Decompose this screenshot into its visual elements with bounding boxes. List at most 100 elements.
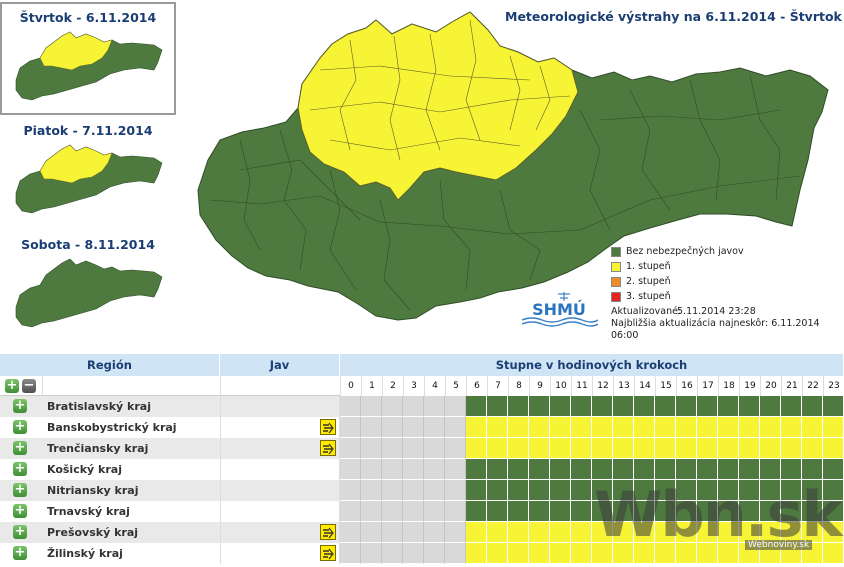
thumbnail-map-friday xyxy=(15,144,163,214)
thumbnail-map-thursday xyxy=(15,31,163,101)
wind-warning-icon[interactable] xyxy=(320,440,336,456)
expand-all-icon[interactable]: + xyxy=(5,379,19,393)
legend-item-level1: 1. stupeň xyxy=(611,259,744,274)
hour-cell xyxy=(340,480,361,501)
hour-header: 4 xyxy=(424,376,445,396)
hour-cell xyxy=(781,396,802,417)
update-info: Aktualizované:5.11.2014 23:28 Najbližšia… xyxy=(611,306,844,342)
hour-cell xyxy=(487,501,508,522)
hour-header: 23 xyxy=(823,376,844,396)
shmu-logo: SHMÚ xyxy=(520,292,598,327)
hour-cell xyxy=(382,396,403,417)
hour-cell xyxy=(382,438,403,459)
hour-cell xyxy=(529,543,550,564)
table-row: + Banskobystrický kraj xyxy=(0,417,844,438)
expand-row-icon[interactable]: + xyxy=(13,504,27,518)
hour-cell xyxy=(760,396,781,417)
hour-header: 9 xyxy=(529,376,550,396)
hour-cell xyxy=(592,396,613,417)
hour-cell xyxy=(424,417,445,438)
hour-cell xyxy=(361,543,382,564)
hour-cell xyxy=(550,543,571,564)
hour-cell xyxy=(466,459,487,480)
day-tab-thursday[interactable]: Štvrtok - 6.11.2014 xyxy=(0,2,176,115)
legend-item-level3: 3. stupeň xyxy=(611,289,744,304)
hour-cell xyxy=(403,480,424,501)
hour-header: 7 xyxy=(487,376,508,396)
hour-cell xyxy=(340,522,361,543)
expand-row-icon[interactable]: + xyxy=(13,525,27,539)
hour-cell xyxy=(571,480,592,501)
hour-cell xyxy=(361,396,382,417)
expand-row-icon[interactable]: + xyxy=(13,399,27,413)
legend-label: 1. stupeň xyxy=(626,261,671,272)
hour-cell xyxy=(508,417,529,438)
hour-cell xyxy=(508,480,529,501)
hour-cell xyxy=(424,543,445,564)
hour-header: 14 xyxy=(634,376,655,396)
jav-cell xyxy=(220,417,340,438)
hour-cell xyxy=(382,417,403,438)
hour-cell xyxy=(571,501,592,522)
hour-cell xyxy=(802,438,823,459)
collapse-all-icon[interactable]: − xyxy=(22,379,36,393)
hour-cell xyxy=(487,522,508,543)
hour-cell xyxy=(340,543,361,564)
hour-cell xyxy=(718,396,739,417)
hour-cell xyxy=(634,438,655,459)
expand-row-icon[interactable]: + xyxy=(13,546,27,560)
day-tab-friday[interactable]: Piatok - 7.11.2014 xyxy=(0,117,176,229)
jav-cell xyxy=(220,522,340,543)
column-header-region[interactable]: Región xyxy=(0,354,220,376)
hour-header: 3 xyxy=(403,376,424,396)
hour-cell xyxy=(340,396,361,417)
hour-cell xyxy=(697,438,718,459)
hour-cell xyxy=(718,459,739,480)
hour-cell xyxy=(445,501,466,522)
expand-row-icon[interactable]: + xyxy=(13,462,27,476)
hour-cell xyxy=(445,438,466,459)
table-row: + Trenčiansky kraj xyxy=(0,438,844,459)
hour-cell xyxy=(487,438,508,459)
region-name: Košický kraj xyxy=(47,463,122,476)
hour-cell xyxy=(403,543,424,564)
jav-cell xyxy=(220,480,340,501)
legend-label: 2. stupeň xyxy=(626,276,671,287)
hour-cell xyxy=(655,417,676,438)
wind-warning-icon[interactable] xyxy=(320,545,336,561)
hour-cell xyxy=(361,459,382,480)
legend-item-none: Bez nebezpečných javov xyxy=(611,244,744,259)
hour-cell xyxy=(613,459,634,480)
table-row: + Bratislavský kraj xyxy=(0,396,844,417)
expand-row-icon[interactable]: + xyxy=(13,420,27,434)
day-label: Sobota - 8.11.2014 xyxy=(21,237,155,252)
hour-cell xyxy=(487,480,508,501)
hour-cell xyxy=(550,396,571,417)
hour-cell xyxy=(508,438,529,459)
day-tab-saturday[interactable]: Sobota - 8.11.2014 xyxy=(0,231,176,343)
hour-cell xyxy=(382,459,403,480)
hour-cell xyxy=(466,543,487,564)
hour-cell xyxy=(403,501,424,522)
hour-cell xyxy=(676,417,697,438)
logo-text: SHMÚ xyxy=(532,300,586,319)
region-name: Žilinský kraj xyxy=(47,547,123,560)
jav-cell xyxy=(220,396,340,417)
hour-cell xyxy=(571,396,592,417)
hour-header: 1 xyxy=(361,376,382,396)
hour-cell xyxy=(760,459,781,480)
thumbnail-map-saturday xyxy=(15,258,163,328)
hour-cell xyxy=(592,459,613,480)
hour-cell xyxy=(487,396,508,417)
hour-cell xyxy=(382,522,403,543)
hour-cell xyxy=(445,543,466,564)
expand-row-icon[interactable]: + xyxy=(13,483,27,497)
expand-row-icon[interactable]: + xyxy=(13,441,27,455)
hour-cell xyxy=(424,459,445,480)
hour-header: 21 xyxy=(781,376,802,396)
wind-warning-icon[interactable] xyxy=(320,419,336,435)
hour-cell xyxy=(487,417,508,438)
column-header-jav[interactable]: Jav xyxy=(220,354,340,376)
wind-warning-icon[interactable] xyxy=(320,524,336,540)
region-name: Banskobystrický kraj xyxy=(47,421,177,434)
